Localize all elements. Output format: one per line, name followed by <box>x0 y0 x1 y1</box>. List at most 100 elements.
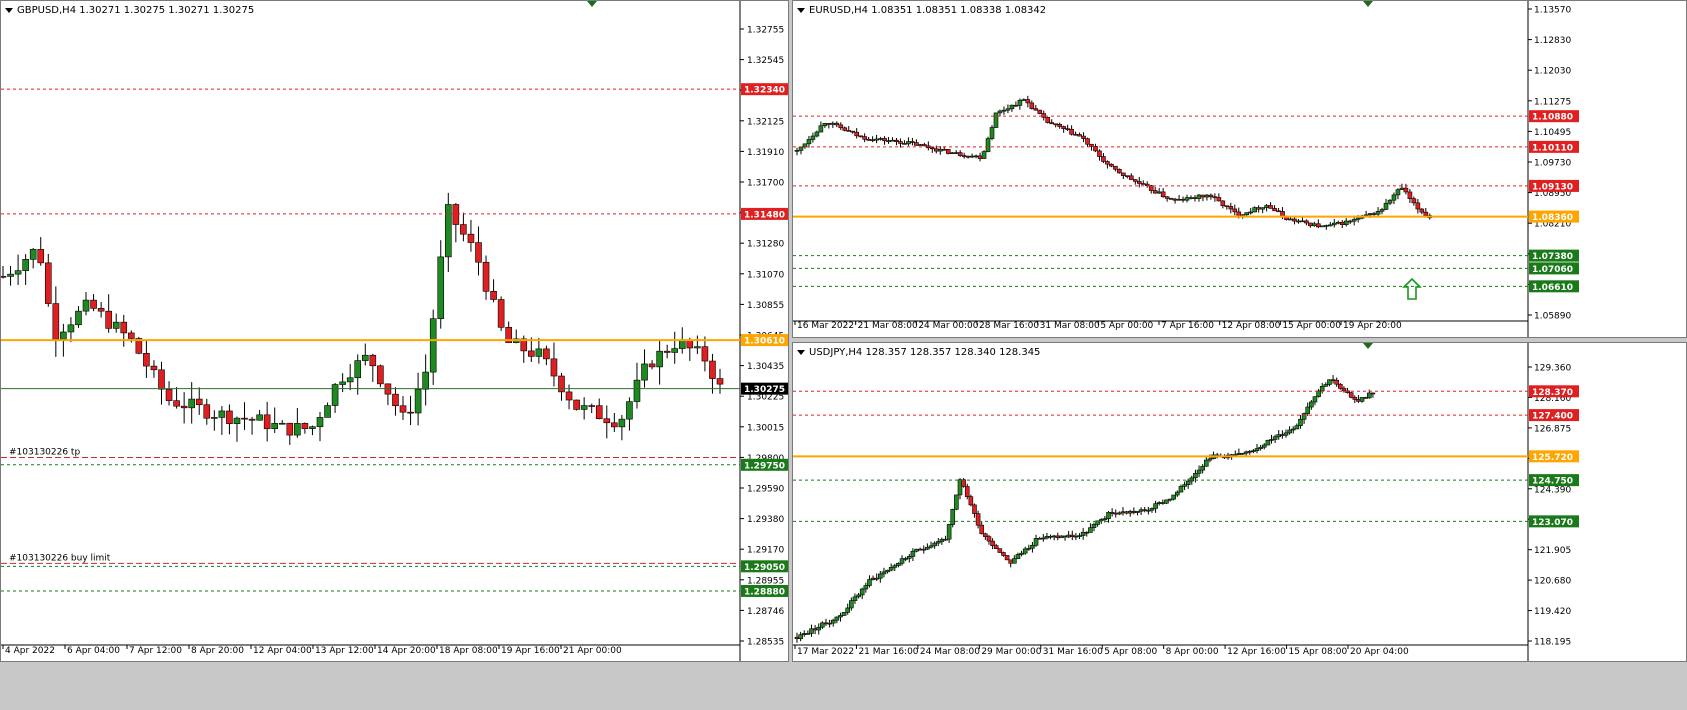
chart-header: USDJPY,H4 128.357 128.357 128.340 128.34… <box>797 347 1040 358</box>
bull-candle <box>1395 189 1401 196</box>
bull-candle <box>1153 503 1158 509</box>
bear-candle <box>44 262 52 304</box>
bull-candle <box>841 612 847 616</box>
chart-window-eurusd[interactable]: 1.13570 1.12830 1.12030 1.11275 1.10495 1.097… <box>792 0 1687 338</box>
bear-candle <box>1061 126 1066 129</box>
bear-candle <box>1347 220 1353 223</box>
bull-candle <box>1305 406 1311 414</box>
bear-candle <box>1370 392 1376 395</box>
bull-candle <box>535 348 543 357</box>
bull-candle <box>1355 217 1361 220</box>
bear-candle <box>1272 208 1277 212</box>
time-tick-label: 21 Mar 16:00 <box>858 647 918 657</box>
level-badge-label: 1.30275 <box>744 385 785 395</box>
bull-candle <box>1248 211 1253 214</box>
dropdown-triangle-icon[interactable] <box>797 7 805 13</box>
bull-candle <box>953 152 959 154</box>
bear-candle <box>1200 194 1206 198</box>
time-tick-label: 12 Apr 04:00 <box>253 646 312 656</box>
time-tick-label: 18 Apr 08:00 <box>439 646 498 656</box>
level-badge-label: 1.06610 <box>1532 283 1573 293</box>
time-tick-label: 8 Apr 00:00 <box>1166 647 1219 657</box>
bull-candle <box>1391 194 1397 201</box>
bull-candle <box>890 139 895 142</box>
bull-candle <box>331 384 339 406</box>
bull-candle <box>888 567 894 571</box>
bull-candle <box>1375 211 1381 215</box>
bull-candle <box>188 398 195 409</box>
bull-candle <box>324 405 331 418</box>
dropdown-triangle-icon[interactable] <box>797 349 805 355</box>
bull-candle <box>985 138 991 152</box>
price-tick-label: 1.28535 <box>747 638 784 648</box>
chart-window-usdjpy[interactable]: 129.360128.160126.875125.670124.390123.1… <box>792 342 1687 662</box>
bull-candle <box>822 123 828 127</box>
time-tick-label: 29 Mar 00:00 <box>981 647 1041 657</box>
bull-candle <box>1252 207 1257 213</box>
dropdown-triangle-icon[interactable] <box>5 7 13 13</box>
bull-candle <box>852 596 858 601</box>
bull-candle <box>798 634 803 640</box>
price-tick-label: 1.31910 <box>747 148 784 158</box>
bear-candle <box>709 360 716 379</box>
bull-candle <box>806 139 812 145</box>
bear-candle <box>882 138 887 142</box>
bull-candle <box>1300 220 1305 223</box>
bull-candle <box>414 388 422 414</box>
bear-candle <box>1172 198 1178 201</box>
bear-candle <box>120 321 128 334</box>
bear-candle <box>603 418 611 424</box>
bull-candle <box>937 148 943 152</box>
bear-candle <box>1268 205 1273 209</box>
bull-candle <box>1244 212 1250 216</box>
bull-candle <box>886 140 891 142</box>
bull-candle <box>316 417 324 428</box>
bull-candle <box>1367 213 1373 216</box>
bull-candle <box>1287 429 1292 434</box>
bull-candle <box>339 381 346 385</box>
bear-candle <box>945 149 951 154</box>
bull-candle <box>361 354 369 361</box>
bear-candle <box>1089 143 1094 147</box>
bear-candle <box>1152 190 1158 194</box>
bear-candle <box>1256 207 1261 210</box>
price-tick-label: 1.28746 <box>747 607 784 617</box>
bear-candle <box>1057 124 1062 127</box>
bull-candle <box>834 616 840 621</box>
bull-candle <box>1312 396 1318 403</box>
bull-candle <box>950 508 956 525</box>
bull-candle <box>1343 220 1349 225</box>
chart-canvas-gbpusd[interactable]: 1.327551.325451.323351.321251.319101.317… <box>1 1 789 662</box>
price-tick-label: 1.09730 <box>1534 159 1571 169</box>
bear-candle <box>1004 555 1010 561</box>
time-tick-label: 5 Apr 00:00 <box>1100 321 1153 331</box>
bear-candle <box>52 303 60 340</box>
bear-candle <box>165 388 173 401</box>
bull-candle <box>1319 385 1325 392</box>
bear-candle <box>910 141 915 143</box>
bull-candle <box>1204 194 1210 198</box>
time-tick-label: 28 Mar 16:00 <box>979 321 1039 331</box>
bear-candle <box>846 130 852 132</box>
bear-candle <box>933 148 939 152</box>
chart-window-gbpusd[interactable]: 1.327551.325451.323351.321251.319101.317… <box>0 0 789 662</box>
bear-candle <box>392 393 399 407</box>
chart-canvas-eurusd[interactable]: 1.13570 1.12830 1.12030 1.11275 1.10495 1.097… <box>793 1 1687 338</box>
bull-candle <box>82 299 90 312</box>
price-tick-label: 121.905 <box>1534 546 1571 556</box>
price-tick-label: 1.32755 <box>747 26 784 36</box>
bear-candle <box>482 261 490 292</box>
time-tick-label: 13 Apr 12:00 <box>315 646 374 656</box>
time-tick-label: 14 Apr 20:00 <box>377 646 436 656</box>
chart-canvas-usdjpy[interactable]: 129.360128.160126.875125.670124.390123.1… <box>793 343 1687 662</box>
bear-candle <box>588 405 595 407</box>
bull-candle <box>29 249 37 260</box>
bear-candle <box>1224 205 1230 208</box>
bull-candle <box>22 259 29 271</box>
bull-candle <box>1200 465 1205 471</box>
bear-candle <box>460 224 467 235</box>
bear-candle <box>983 533 988 537</box>
bear-candle <box>1339 221 1345 225</box>
bear-candle <box>701 346 709 362</box>
bear-candle <box>854 131 859 137</box>
